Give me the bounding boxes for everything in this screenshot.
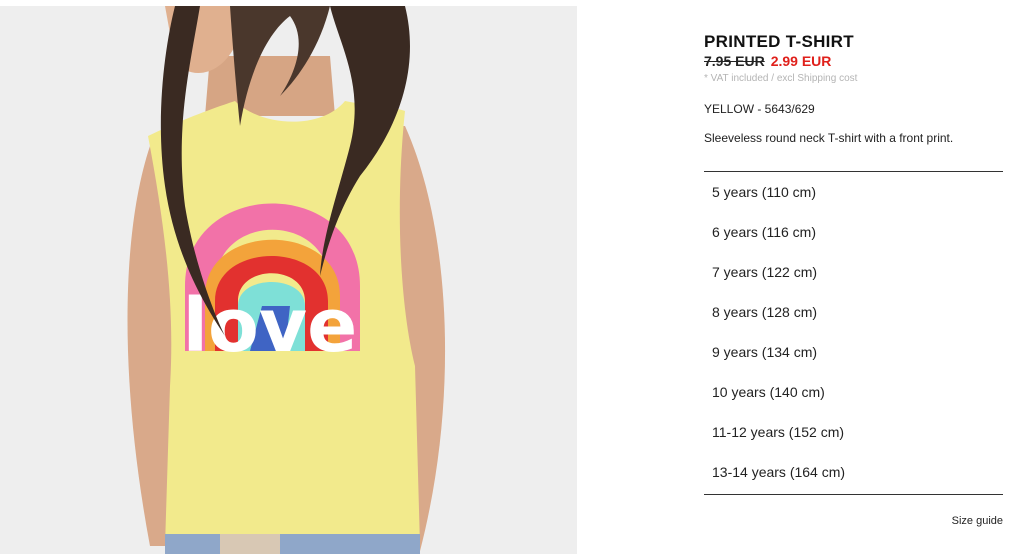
product-info-panel: PRINTED T-SHIRT 7.95 EUR 2.99 EUR * VAT i… <box>704 32 1003 527</box>
size-option[interactable]: 11-12 years (152 cm) <box>704 412 1003 452</box>
vat-note: * VAT included / excl Shipping cost <box>704 73 858 84</box>
size-option[interactable]: 5 years (110 cm) <box>704 172 1003 212</box>
size-option[interactable]: 8 years (128 cm) <box>704 292 1003 332</box>
old-price: 7.95 EUR <box>704 53 765 69</box>
shirt-print-text: love <box>183 283 358 369</box>
color-reference: YELLOW - 5643/629 <box>704 102 815 116</box>
size-list: 5 years (110 cm) 6 years (116 cm) 7 year… <box>704 171 1003 495</box>
size-option[interactable]: 7 years (122 cm) <box>704 252 1003 292</box>
product-title: PRINTED T-SHIRT <box>704 32 854 51</box>
price-block: 7.95 EUR 2.99 EUR <box>704 53 1003 69</box>
size-option[interactable]: 9 years (134 cm) <box>704 332 1003 372</box>
product-photo-illustration: love <box>0 6 577 554</box>
product-description: Sleeveless round neck T-shirt with a fro… <box>704 131 954 145</box>
size-guide-link[interactable]: Size guide <box>952 515 1003 527</box>
product-image: love <box>0 6 577 554</box>
size-option[interactable]: 10 years (140 cm) <box>704 372 1003 412</box>
sale-price: 2.99 EUR <box>770 53 832 69</box>
size-option[interactable]: 13-14 years (164 cm) <box>704 452 1003 492</box>
size-option[interactable]: 6 years (116 cm) <box>704 212 1003 252</box>
